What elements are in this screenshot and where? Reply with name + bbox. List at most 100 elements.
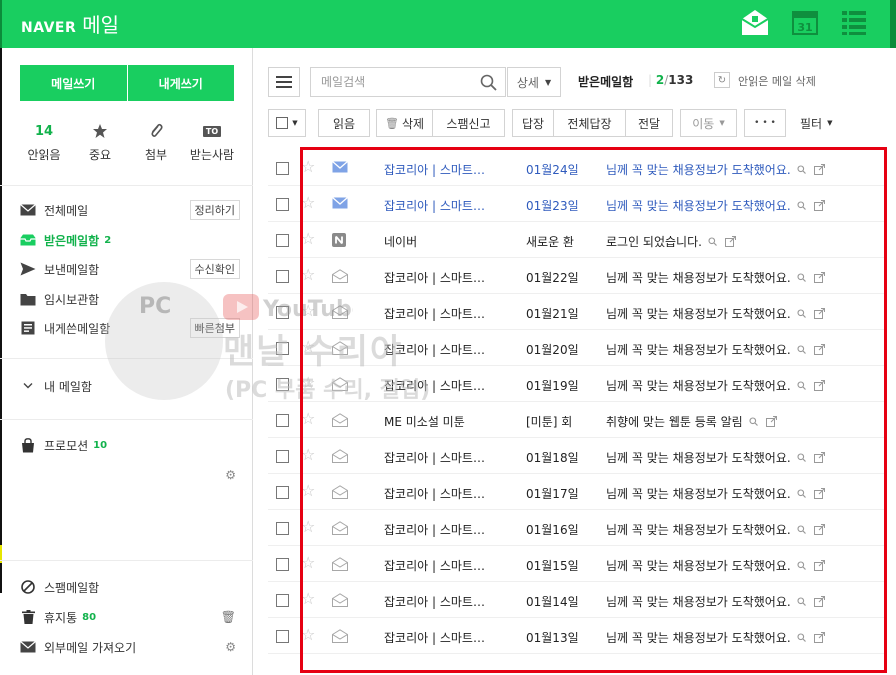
my-mailbox-toggle[interactable]: 내 메일함 <box>20 374 240 398</box>
preview-search-icon[interactable] <box>797 525 806 534</box>
mail-row[interactable]: ☆ 잡코리아 | 스마트… 01월20일 님께 꼭 맞는 채용정보가 도착했어요. <box>254 330 896 366</box>
mail-sender[interactable]: 잡코리아 | 스마트… <box>384 161 504 178</box>
mail-checkbox[interactable] <box>276 486 289 499</box>
mail-subject[interactable]: 님께 꼭 맞는 채용정보가 도착했어요. <box>606 341 846 358</box>
mail-sender[interactable]: 잡코리아 | 스마트… <box>384 269 504 286</box>
star-icon[interactable]: ☆ <box>301 194 315 212</box>
open-new-window-icon[interactable] <box>813 488 825 499</box>
organize-button[interactable]: 정리하기 <box>189 200 240 220</box>
reply-all-button[interactable]: 전체답장 <box>553 109 626 137</box>
mark-read-button[interactable]: 읽음 <box>318 109 370 137</box>
star-icon[interactable]: ☆ <box>301 626 315 644</box>
star-icon[interactable]: ☆ <box>301 230 315 248</box>
folder-inbox[interactable]: 받은메일함 2 <box>20 228 240 252</box>
mail-sender[interactable]: 잡코리아 | 스마트… <box>384 629 504 646</box>
preview-search-icon[interactable] <box>708 237 717 246</box>
mail-subject[interactable]: 님께 꼭 맞는 채용정보가 도착했어요. <box>606 305 846 322</box>
mail-subject[interactable]: 님께 꼭 맞는 채용정보가 도착했어요. <box>606 197 846 214</box>
filter-dropdown[interactable]: 필터 ▼ <box>800 109 832 137</box>
mail-subject[interactable]: 님께 꼭 맞는 채용정보가 도착했어요. <box>606 521 846 538</box>
refresh-icon[interactable]: ↻ <box>714 72 730 88</box>
mail-subject[interactable]: 님께 꼭 맞는 채용정보가 도착했어요. <box>606 485 846 502</box>
preview-search-icon[interactable] <box>797 345 806 354</box>
folder-spam[interactable]: 스팸메일함 <box>20 575 240 599</box>
preview-search-icon[interactable] <box>797 165 806 174</box>
write-mail-button[interactable]: 메일쓰기 <box>20 65 127 101</box>
mail-row[interactable]: ☆ 잡코리아 | 스마트… 01월16일 님께 꼭 맞는 채용정보가 도착했어요. <box>254 510 896 546</box>
mail-subject[interactable]: 님께 꼭 맞는 채용정보가 도착했어요. <box>606 449 846 466</box>
star-icon[interactable]: ☆ <box>301 158 315 176</box>
star-icon[interactable]: ☆ <box>301 302 315 320</box>
mail-checkbox[interactable] <box>276 414 289 427</box>
mail-row[interactable]: ☆ 잡코리아 | 스마트… 01월17일 님께 꼭 맞는 채용정보가 도착했어요. <box>254 474 896 510</box>
star-icon[interactable]: ☆ <box>301 446 315 464</box>
preview-search-icon[interactable] <box>797 561 806 570</box>
mail-sender[interactable]: 잡코리아 | 스마트… <box>384 449 504 466</box>
open-new-window-icon[interactable] <box>813 452 825 463</box>
open-new-window-icon[interactable] <box>813 524 825 535</box>
open-new-window-icon[interactable] <box>724 236 736 247</box>
preview-search-icon[interactable] <box>749 417 758 426</box>
mail-checkbox[interactable] <box>276 306 289 319</box>
mail-sender[interactable]: 잡코리아 | 스마트… <box>384 377 504 394</box>
mail-checkbox[interactable] <box>276 270 289 283</box>
star-icon[interactable]: ☆ <box>301 518 315 536</box>
mail-sender[interactable]: 잡코리아 | 스마트… <box>384 197 504 214</box>
empty-trash-icon[interactable]: 🗑 <box>221 610 236 624</box>
search-icon[interactable] <box>480 74 497 91</box>
mail-row[interactable]: ☆ 잡코리아 | 스마트… 01월19일 님께 꼭 맞는 채용정보가 도착했어요. <box>254 366 896 402</box>
quick-filter-recipient[interactable]: TO 받는사람 <box>184 122 240 166</box>
open-new-window-icon[interactable] <box>813 560 825 571</box>
folder-all-mail[interactable]: 전체메일 정리하기 <box>20 198 240 222</box>
preview-search-icon[interactable] <box>797 453 806 462</box>
open-new-window-icon[interactable] <box>813 632 825 643</box>
naver-mail-logo[interactable]: NAVER 메일 <box>21 9 119 38</box>
star-icon[interactable]: ☆ <box>301 590 315 608</box>
mail-subject[interactable]: 로그인 되었습니다. <box>606 233 846 250</box>
preview-search-icon[interactable] <box>797 201 806 210</box>
folder-promotion[interactable]: 프로모션 10 <box>20 433 240 457</box>
mail-checkbox[interactable] <box>276 198 289 211</box>
mail-subject[interactable]: 님께 꼭 맞는 채용정보가 도착했어요. <box>606 377 846 394</box>
preview-search-icon[interactable] <box>797 381 806 390</box>
calendar-icon[interactable]: 31 <box>792 8 818 36</box>
mail-row[interactable]: ☆ 잡코리아 | 스마트… 01월24일 님께 꼭 맞는 채용정보가 도착했어요. <box>254 150 896 186</box>
open-new-window-icon[interactable] <box>813 596 825 607</box>
quick-filter-unread[interactable]: 14 안읽음 <box>16 122 72 166</box>
gear-icon[interactable]: ⚙ <box>225 468 236 482</box>
mail-row[interactable]: ☆ 잡코리아 | 스마트… 01월23일 님께 꼭 맞는 채용정보가 도착했어요. <box>254 186 896 222</box>
mail-checkbox[interactable] <box>276 162 289 175</box>
mail-checkbox[interactable] <box>276 558 289 571</box>
search-input[interactable] <box>311 68 475 96</box>
delete-button[interactable]: 🗑 삭제 <box>376 109 433 137</box>
folder-sent[interactable]: 보낸메일함 수신확인 <box>20 257 240 281</box>
detail-search-button[interactable]: 상세 ▼ <box>507 67 561 97</box>
forward-button[interactable]: 전달 <box>625 109 673 137</box>
mail-checkbox[interactable] <box>276 522 289 535</box>
mail-sender[interactable]: 네이버 <box>384 233 504 250</box>
mail-row[interactable]: ☆ ME 미소설 미툰 [미툰] 회 취향에 맞는 웹툰 등록 알림 <box>254 402 896 438</box>
mail-subject[interactable]: 님께 꼭 맞는 채용정보가 도착했어요. <box>606 161 846 178</box>
star-icon[interactable]: ☆ <box>301 374 315 392</box>
move-dropdown[interactable]: 이동 ▼ <box>680 109 737 137</box>
open-new-window-icon[interactable] <box>813 308 825 319</box>
mail-row[interactable]: ☆ 잡코리아 | 스마트… 01월13일 님께 꼭 맞는 채용정보가 도착했어요. <box>254 618 896 654</box>
mail-checkbox[interactable] <box>276 234 289 247</box>
mail-subject[interactable]: 님께 꼭 맞는 채용정보가 도착했어요. <box>606 593 846 610</box>
preview-search-icon[interactable] <box>797 273 806 282</box>
folder-trash[interactable]: 휴지통 80 🗑 <box>20 605 240 629</box>
mail-subject[interactable]: 님께 꼭 맞는 채용정보가 도착했어요. <box>606 629 846 646</box>
mail-sender[interactable]: ME 미소설 미툰 <box>384 413 504 430</box>
read-receipt-button[interactable]: 수신확인 <box>189 259 240 279</box>
mail-checkbox[interactable] <box>276 342 289 355</box>
preview-search-icon[interactable] <box>797 489 806 498</box>
open-new-window-icon[interactable] <box>813 164 825 175</box>
preview-search-icon[interactable] <box>797 309 806 318</box>
mail-subject[interactable]: 님께 꼭 맞는 채용정보가 도착했어요. <box>606 557 846 574</box>
mail-checkbox[interactable] <box>276 378 289 391</box>
mail-row[interactable]: ☆ 잡코리아 | 스마트… 01월22일 님께 꼭 맞는 채용정보가 도착했어요. <box>254 258 896 294</box>
select-all-dropdown[interactable]: ▼ <box>268 109 306 137</box>
delete-unread-button[interactable]: 안읽은 메일 삭제 <box>738 73 816 89</box>
star-icon[interactable]: ☆ <box>301 338 315 356</box>
mail-sender[interactable]: 잡코리아 | 스마트… <box>384 521 504 538</box>
